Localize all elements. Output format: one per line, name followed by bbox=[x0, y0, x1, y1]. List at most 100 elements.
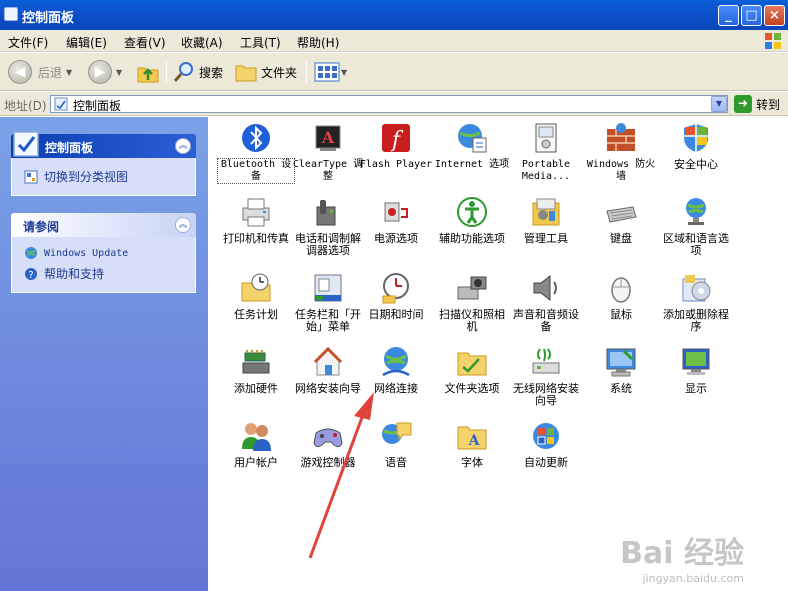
control-panel-item-label: 文件夹选项 bbox=[444, 382, 500, 395]
address-input[interactable]: 控制面板 bbox=[50, 95, 728, 113]
menu-bar: 文件(F) 编辑(E) 查看(V) 收藏(A) 工具(T) 帮助(H) bbox=[0, 30, 788, 52]
collapse-chevron-icon[interactable]: ︽ bbox=[175, 138, 191, 154]
control-panel-item[interactable]: Internet 选项 bbox=[434, 121, 510, 171]
task-pane: 控制面板 ︽ 切换到分类视图 请参阅 ︽ Windows Update ? 帮助… bbox=[0, 117, 208, 591]
clock-icon bbox=[379, 271, 413, 305]
windows-update-label: Windows Update bbox=[44, 247, 129, 259]
control-panel-item-label: Bluetooth 设备 bbox=[217, 158, 295, 184]
add-remove-programs-icon bbox=[679, 271, 713, 305]
control-panel-panel-title: 控制面板 bbox=[45, 141, 94, 155]
close-button[interactable]: × bbox=[764, 5, 785, 26]
control-panel-item[interactable]: 扫描仪和照相机 bbox=[434, 271, 510, 333]
control-panel-item[interactable]: 任务计划 bbox=[218, 271, 294, 321]
maximize-button[interactable]: □ bbox=[741, 5, 762, 26]
network-setup-icon bbox=[311, 345, 345, 379]
control-panel-item[interactable]: 网络连接 bbox=[358, 345, 434, 395]
add-hardware-icon bbox=[239, 345, 273, 379]
control-panel-item-label: 日期和时间 bbox=[368, 308, 424, 321]
control-panel-item[interactable]: 无线网络安装向导 bbox=[508, 345, 584, 407]
bluetooth-icon bbox=[239, 121, 273, 155]
control-panel-item[interactable]: 文件夹选项 bbox=[434, 345, 510, 395]
control-panel-item[interactable]: 打印机和传真 bbox=[218, 195, 294, 245]
control-panel-item[interactable]: Portable Media... bbox=[508, 121, 584, 183]
forward-arrow-icon: ▶ bbox=[88, 60, 112, 84]
control-panel-item[interactable]: 安全中心 bbox=[658, 121, 734, 171]
control-panel-item[interactable]: 系统 bbox=[583, 345, 659, 395]
control-panel-item[interactable]: 鼠标 bbox=[583, 271, 659, 321]
control-panel-item-label: Portable Media... bbox=[521, 159, 571, 182]
folders-button[interactable]: 文件夹 bbox=[234, 59, 297, 85]
go-button[interactable]: ➜ 转到 bbox=[734, 95, 780, 113]
menu-file[interactable]: 文件(F) bbox=[8, 34, 48, 51]
control-panel-item[interactable]: 电源选项 bbox=[358, 195, 434, 245]
switch-to-category-view-link[interactable]: 切换到分类视图 bbox=[24, 168, 128, 185]
control-panel-item-label: 自动更新 bbox=[524, 456, 568, 469]
wireless-setup-icon bbox=[529, 345, 563, 379]
control-panel-item-label: Internet 选项 bbox=[434, 159, 510, 170]
back-button[interactable]: ◀ 后退 ▼ bbox=[8, 59, 72, 85]
control-panel-items: Bai 经验 jingyan.baidu.com Bluetooth 设备 A Cl… bbox=[208, 117, 788, 591]
control-panel-item[interactable]: 网络安装向导 bbox=[290, 345, 366, 395]
help-and-support-link[interactable]: ? 帮助和支持 bbox=[24, 265, 104, 282]
menu-favorites[interactable]: 收藏(A) bbox=[181, 34, 223, 51]
windows-update-link[interactable]: Windows Update bbox=[24, 246, 128, 260]
control-panel-item[interactable]: Windows 防火墙 bbox=[583, 121, 659, 183]
control-panel-item-label: 添加硬件 bbox=[234, 382, 278, 395]
control-panel-panel-header[interactable]: 控制面板 ︽ bbox=[11, 131, 196, 158]
menu-view[interactable]: 查看(V) bbox=[124, 34, 166, 51]
control-panel-item[interactable]: 管理工具 bbox=[508, 195, 584, 245]
minimize-button[interactable]: _ bbox=[718, 5, 739, 26]
cleartype-icon: A bbox=[311, 121, 345, 155]
svg-text:A: A bbox=[468, 433, 481, 449]
up-button[interactable] bbox=[136, 59, 160, 85]
back-dropdown-icon[interactable]: ▼ bbox=[66, 68, 72, 77]
control-panel-item-label: 辅助功能选项 bbox=[439, 232, 505, 245]
control-panel-item-label: Windows 防火墙 bbox=[586, 159, 656, 182]
views-icon bbox=[314, 62, 340, 82]
menu-help[interactable]: 帮助(H) bbox=[297, 34, 339, 51]
collapse-chevron-icon[interactable]: ︽ bbox=[175, 217, 191, 233]
control-panel-item[interactable]: 电话和调制解调器选项 bbox=[290, 195, 366, 257]
views-button[interactable]: ▼ bbox=[314, 59, 347, 85]
control-panel-item[interactable]: 自动更新 bbox=[508, 419, 584, 469]
search-button[interactable]: 搜索 bbox=[172, 59, 223, 85]
admin-tools-icon bbox=[529, 195, 563, 229]
control-panel-item[interactable]: 添加或删除程序 bbox=[658, 271, 734, 333]
control-panel-item[interactable]: 用户帐户 bbox=[218, 419, 294, 469]
go-arrow-icon: ➜ bbox=[734, 95, 752, 113]
scanner-icon bbox=[455, 271, 489, 305]
menu-tools[interactable]: 工具(T) bbox=[240, 34, 281, 51]
address-dropdown-icon[interactable]: ▼ bbox=[711, 96, 727, 112]
folder-icon bbox=[235, 65, 257, 82]
control-panel-item[interactable]: 任务栏和「开始」菜单 bbox=[290, 271, 366, 333]
control-panel-item[interactable]: A ClearType 调整 bbox=[290, 121, 366, 183]
control-panel-item[interactable]: 添加硬件 bbox=[218, 345, 294, 395]
control-panel-item[interactable]: 显示 bbox=[658, 345, 734, 395]
control-panel-item-label: 安全中心 bbox=[674, 158, 718, 171]
control-panel-item-label: 扫描仪和照相机 bbox=[439, 308, 505, 333]
control-panel-item-label: ClearType 调整 bbox=[292, 159, 364, 182]
control-panel-item[interactable]: 键盘 bbox=[583, 195, 659, 245]
see-also-panel: 请参阅 ︽ Windows Update ? 帮助和支持 bbox=[11, 213, 196, 293]
user-accounts-icon bbox=[239, 419, 273, 453]
address-bar: 地址(D) 控制面板 ▼ ➜ 转到 bbox=[0, 92, 788, 116]
forward-button[interactable]: ▶ ▼ bbox=[88, 59, 122, 85]
control-panel-item[interactable]: 日期和时间 bbox=[358, 271, 434, 321]
control-panel-item[interactable]: f Flash Player bbox=[358, 121, 434, 171]
see-also-panel-header[interactable]: 请参阅 ︽ bbox=[11, 213, 196, 237]
forward-dropdown-icon[interactable]: ▼ bbox=[116, 68, 122, 77]
windows-logo-icon bbox=[765, 33, 781, 49]
control-panel-item[interactable]: 辅助功能选项 bbox=[434, 195, 510, 245]
annotation-arrow bbox=[308, 392, 374, 559]
scheduled-tasks-icon bbox=[239, 271, 273, 305]
control-panel-item[interactable]: 声音和音频设备 bbox=[508, 271, 584, 333]
control-panel-item-label: 添加或删除程序 bbox=[663, 308, 729, 333]
toolbar: ◀ 后退 ▼ ▶ ▼ 搜索 文件夹 ▼ bbox=[0, 53, 788, 91]
control-panel-item[interactable]: A 字体 bbox=[434, 419, 510, 469]
control-panel-item[interactable]: Bluetooth 设备 bbox=[217, 121, 295, 184]
control-panel-large-icon bbox=[13, 131, 39, 157]
phone-modem-icon bbox=[311, 195, 345, 229]
menu-edit[interactable]: 编辑(E) bbox=[66, 34, 107, 51]
views-dropdown-icon[interactable]: ▼ bbox=[341, 68, 347, 77]
control-panel-item[interactable]: 区域和语言选项 bbox=[658, 195, 734, 257]
